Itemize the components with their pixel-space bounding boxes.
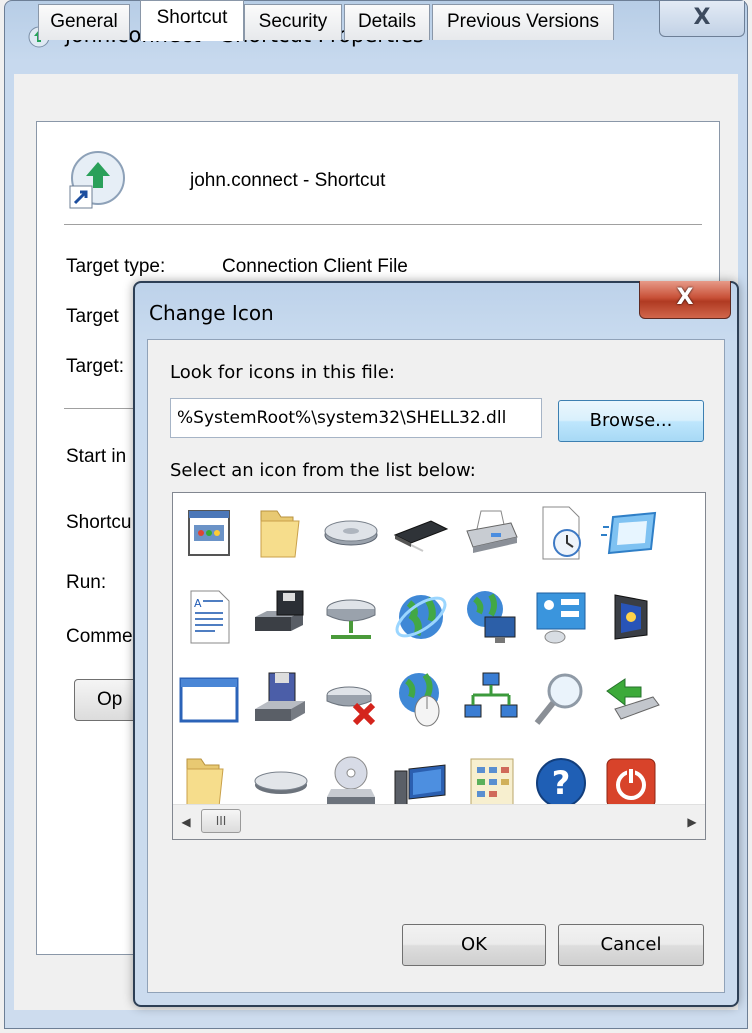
browse-button[interactable]: Browse...: [558, 400, 704, 442]
cancel-button[interactable]: Cancel: [558, 924, 704, 966]
screen-icon[interactable]: [601, 503, 661, 563]
svg-text:?: ?: [552, 764, 571, 802]
tab-security[interactable]: Security: [244, 4, 342, 40]
icon-list[interactable]: A ? ◀ III ▶: [172, 492, 706, 840]
blank-window-icon[interactable]: [179, 669, 239, 729]
tab-general[interactable]: General: [38, 4, 130, 40]
dialog-body: Look for icons in this file: %SystemRoot…: [147, 339, 725, 993]
internet-globe-icon[interactable]: [391, 587, 451, 647]
tab-details[interactable]: Details: [344, 4, 430, 40]
sleep-monitor-icon[interactable]: [601, 587, 661, 647]
printer-icon[interactable]: [461, 503, 521, 563]
tab-previous-versions[interactable]: Previous Versions: [432, 4, 614, 40]
icon-file-path-input[interactable]: %SystemRoot%\system32\SHELL32.dll: [170, 398, 542, 438]
connect-shortcut-icon: [69, 151, 125, 209]
target-location-label: Target: [66, 306, 119, 327]
look-for-icons-label: Look for icons in this file:: [170, 362, 395, 383]
usb-arrow-icon[interactable]: [601, 669, 661, 729]
comment-label: Comme: [66, 626, 133, 647]
svg-text:A: A: [194, 597, 202, 610]
floppy-disk-drive-icon[interactable]: [251, 669, 311, 729]
scroll-left-arrow-icon[interactable]: ◀: [173, 805, 199, 839]
dialog-title: Change Icon: [149, 301, 274, 325]
target-type-label: Target type:: [66, 256, 166, 277]
application-window-icon[interactable]: [179, 503, 239, 563]
window-close-button[interactable]: X: [659, 1, 745, 37]
scrollbar-thumb[interactable]: III: [201, 809, 241, 833]
globe-mouse-icon[interactable]: [391, 669, 451, 729]
change-icon-dialog: Change Icon X Look for icons in this fil…: [133, 281, 739, 1007]
icon-list-horizontal-scrollbar[interactable]: ◀ III ▶: [173, 804, 705, 839]
shortcut-name: john.connect - Shortcut: [190, 170, 386, 191]
target-label: Target:: [66, 356, 125, 377]
ok-button[interactable]: OK: [402, 924, 546, 966]
shortcut-key-label: Shortcu: [66, 512, 132, 533]
text-document-icon[interactable]: A: [179, 587, 239, 647]
separator: [64, 408, 144, 409]
separator: [64, 224, 702, 225]
network-globe-monitor-icon[interactable]: [461, 587, 521, 647]
run-label: Run:: [66, 572, 107, 593]
dialog-close-button[interactable]: X: [639, 281, 731, 319]
network-computers-icon[interactable]: [461, 669, 521, 729]
icon-file-path-text: %SystemRoot%\system32\SHELL32.dll: [177, 408, 507, 428]
hard-drive-icon[interactable]: [321, 503, 381, 563]
tab-shortcut[interactable]: Shortcut: [140, 0, 244, 41]
magnifier-icon[interactable]: [531, 669, 591, 729]
document-clock-icon[interactable]: [531, 503, 591, 563]
network-drive-icon[interactable]: [321, 587, 381, 647]
disconnected-drive-icon[interactable]: [321, 669, 381, 729]
start-in-label: Start in: [66, 446, 127, 467]
target-type-value: Connection Client File: [222, 256, 408, 277]
select-icon-label: Select an icon from the list below:: [170, 460, 476, 481]
control-panel-icon[interactable]: [531, 587, 591, 647]
floppy-drive-icon[interactable]: [251, 587, 311, 647]
folder-icon[interactable]: [251, 503, 311, 563]
scroll-right-arrow-icon[interactable]: ▶: [679, 805, 705, 839]
memory-chip-icon[interactable]: [391, 503, 451, 563]
